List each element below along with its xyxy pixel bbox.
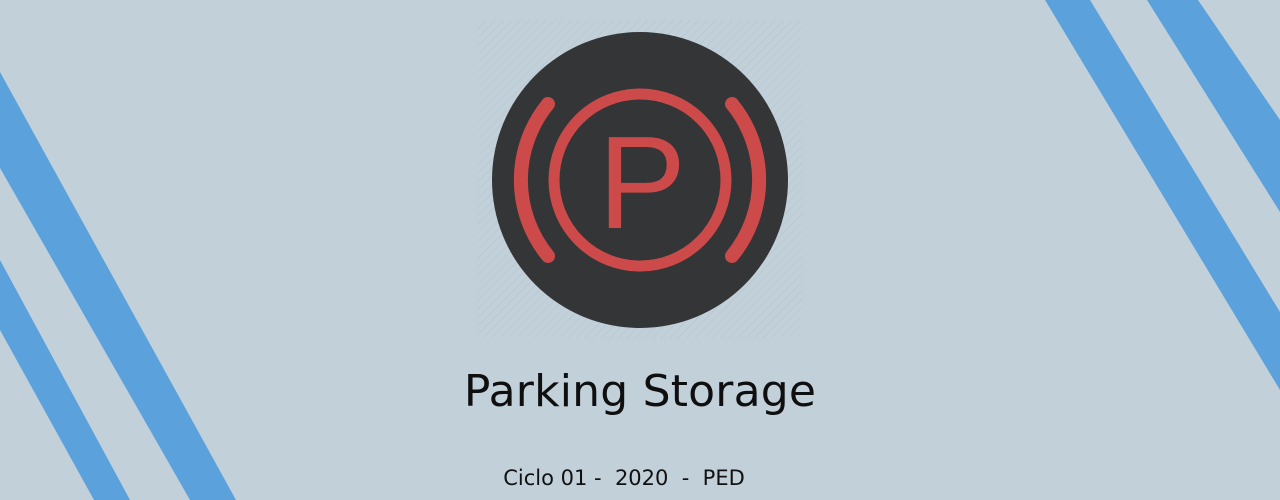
slide-subtitle: Ciclo 01 - 2020 - PED [503, 466, 745, 490]
parking-logo: P [478, 20, 802, 338]
title-slide: P Parking Storage Ciclo 01 - 2020 - PED [0, 0, 1280, 500]
left-stripe-upper [0, 72, 236, 500]
parking-brake-icon: P [478, 20, 802, 338]
right-stripe-inner [1045, 0, 1280, 390]
slide-title: Parking Storage [463, 366, 817, 417]
parking-letter: P [598, 109, 686, 256]
